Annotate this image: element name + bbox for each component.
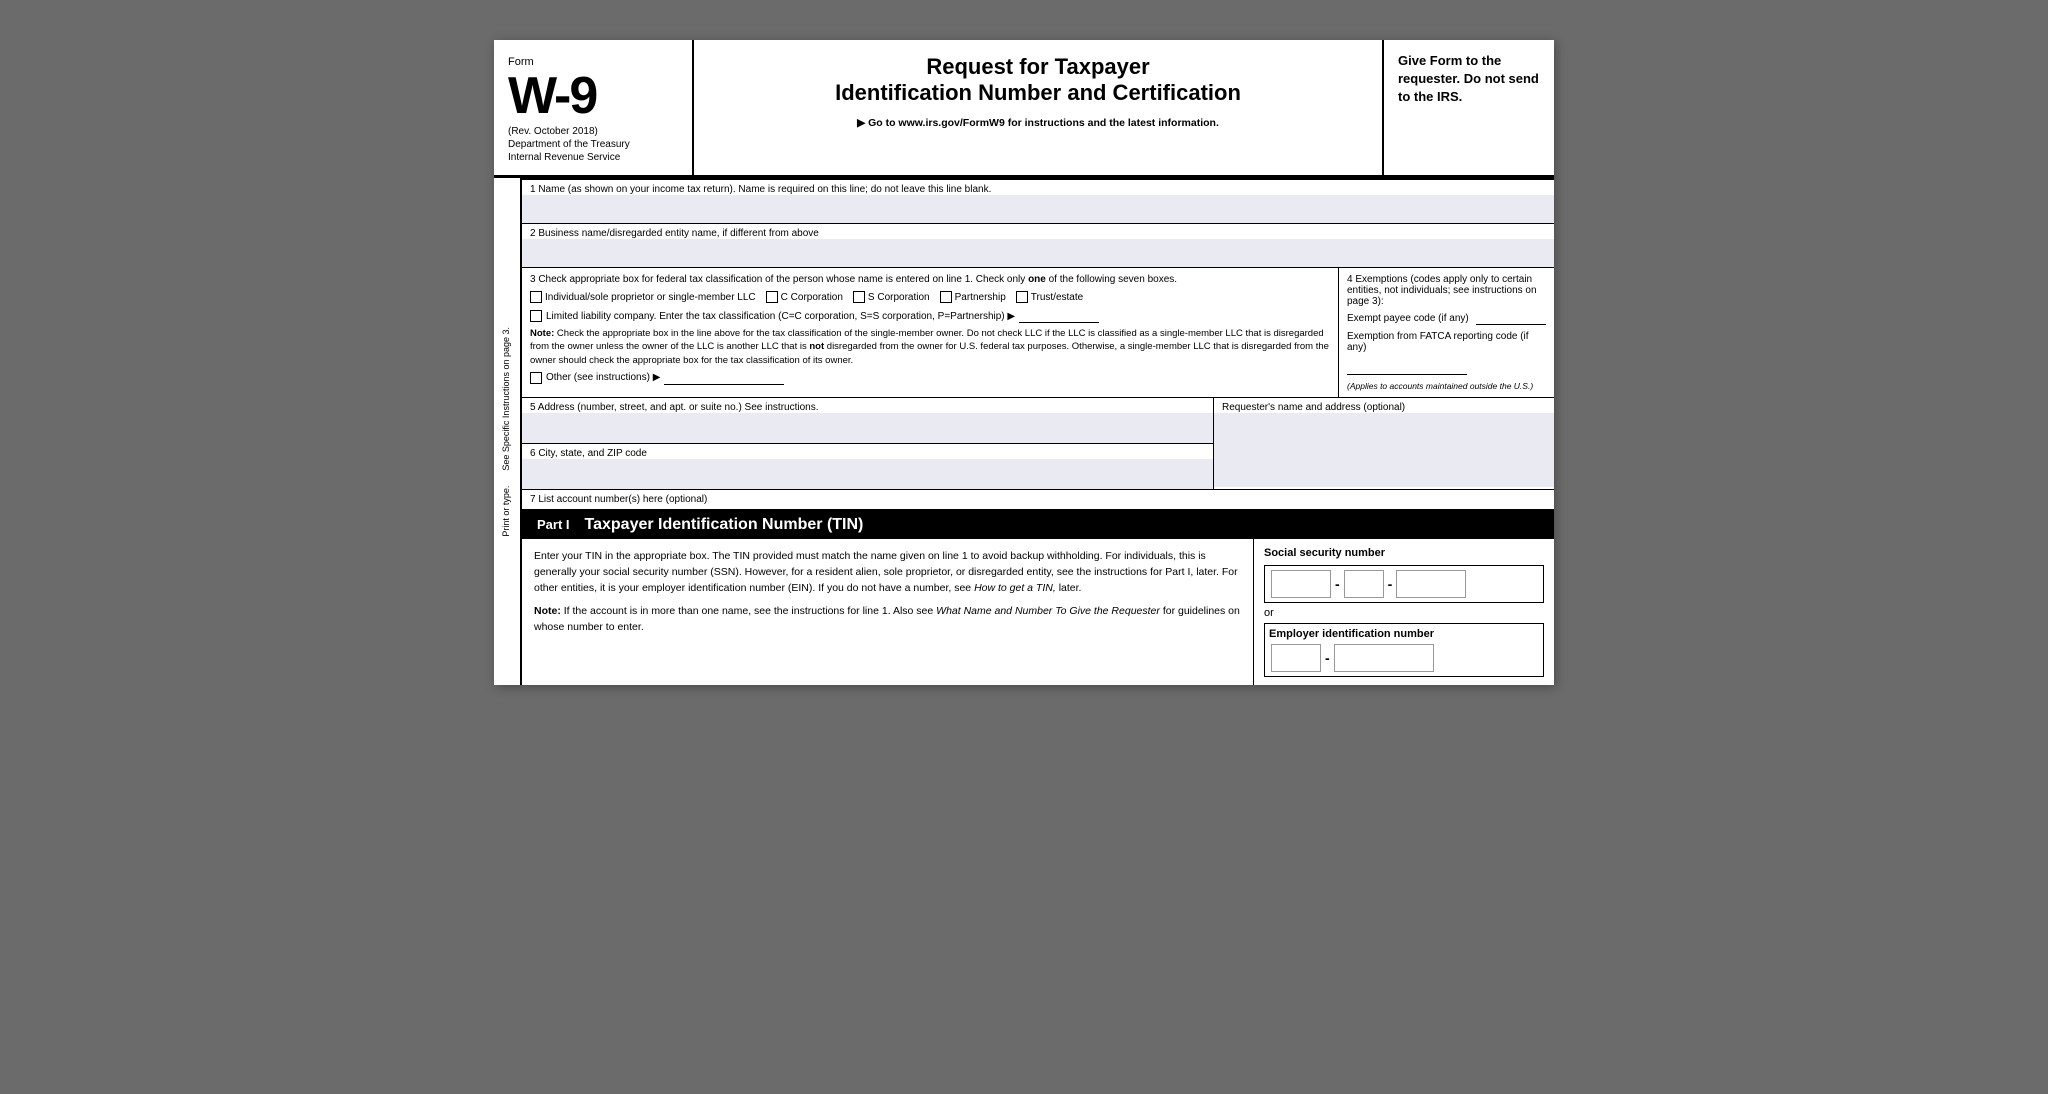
- row3-right-exemptions: 4 Exemptions (codes apply only to certai…: [1339, 268, 1554, 397]
- fatca-input[interactable]: [1347, 361, 1467, 375]
- row-1: 1 Name (as shown on your income tax retu…: [522, 180, 1554, 224]
- part1-instructions: Enter your TIN in the appropriate box. T…: [522, 539, 1254, 685]
- part1-body: Enter your TIN in the appropriate box. T…: [522, 539, 1554, 685]
- row2-label: 2 Business name/disregarded entity name,…: [522, 224, 1554, 239]
- checkbox-s-corp: S Corporation: [853, 291, 930, 303]
- other-row: Other (see instructions) ▶: [530, 371, 1330, 385]
- sidebar-text: Print or type. See Specific Instructions…: [501, 327, 513, 537]
- row3-title: 3 Check appropriate box for federal tax …: [530, 274, 1330, 285]
- part1-title: Taxpayer Identification Number (TIN): [585, 516, 864, 534]
- ssn-field-3[interactable]: [1396, 570, 1466, 598]
- form-dept2: Internal Revenue Service: [508, 152, 678, 163]
- row5-label: 5 Address (number, street, and apt. or s…: [522, 398, 1213, 413]
- form-title: Request for Taxpayer Identification Numb…: [714, 54, 1362, 107]
- row1-input[interactable]: [522, 195, 1554, 223]
- w9-form: Form W-9 (Rev. October 2018) Department …: [494, 40, 1554, 685]
- row-2: 2 Business name/disregarded entity name,…: [522, 224, 1554, 268]
- exempt-payee-input[interactable]: [1476, 311, 1546, 325]
- ein-label: Employer identification number: [1269, 628, 1539, 640]
- applies-note: (Applies to accounts maintained outside …: [1347, 381, 1546, 391]
- form-id-section: Form W-9 (Rev. October 2018) Department …: [494, 40, 694, 175]
- checkbox-individual-box[interactable]: [530, 291, 542, 303]
- row2-input[interactable]: [522, 239, 1554, 267]
- ein-field-1[interactable]: [1271, 644, 1321, 672]
- checkbox-individual: Individual/sole proprietor or single-mem…: [530, 291, 756, 303]
- other-input[interactable]: [664, 371, 784, 385]
- row-7: 7 List account number(s) here (optional): [522, 490, 1554, 510]
- requester-label: Requester's name and address (optional): [1214, 398, 1554, 413]
- llc-note: Note: Check the appropriate box in the l…: [530, 327, 1330, 367]
- requester-input[interactable]: [1214, 413, 1554, 487]
- row6-section: 6 City, state, and ZIP code: [522, 443, 1213, 489]
- llc-classification-input[interactable]: [1019, 309, 1099, 323]
- row6-input[interactable]: [522, 459, 1213, 489]
- exempt-payee-row: Exempt payee code (if any): [1347, 311, 1546, 325]
- ein-fields: -: [1269, 644, 1539, 672]
- ein-dash: -: [1323, 650, 1332, 666]
- checkbox-other-box[interactable]: [530, 372, 542, 384]
- ssn-box: - -: [1264, 565, 1544, 603]
- checkbox-partnership: Partnership: [940, 291, 1006, 303]
- row1-label: 1 Name (as shown on your income tax retu…: [522, 180, 1554, 195]
- exemptions-title: 4 Exemptions (codes apply only to certai…: [1347, 274, 1546, 307]
- form-subtitle: ▶ Go to www.irs.gov/FormW9 for instructi…: [714, 117, 1362, 129]
- row5-section: 5 Address (number, street, and apt. or s…: [522, 398, 1214, 489]
- row3-left: 3 Check appropriate box for federal tax …: [522, 268, 1339, 397]
- ein-field-2[interactable]: [1334, 644, 1434, 672]
- form-dept1: Department of the Treasury: [508, 139, 678, 150]
- row5-input[interactable]: [522, 413, 1213, 443]
- form-instructions: Give Form to the requester. Do not send …: [1384, 40, 1554, 175]
- requester-section: Requester's name and address (optional): [1214, 398, 1554, 489]
- row-3-container: 3 Check appropriate box for federal tax …: [522, 268, 1554, 398]
- llc-row: Limited liability company. Enter the tax…: [530, 309, 1330, 323]
- form-revision: (Rev. October 2018): [508, 126, 678, 137]
- form-body-wrapper: Print or type. See Specific Instructions…: [494, 178, 1554, 685]
- fatca-label: Exemption from FATCA reporting code (if …: [1347, 331, 1546, 353]
- row-56-container: 5 Address (number, street, and apt. or s…: [522, 398, 1554, 490]
- or-text: or: [1264, 607, 1544, 619]
- ssn-label: Social security number: [1264, 547, 1544, 559]
- form-header: Form W-9 (Rev. October 2018) Department …: [494, 40, 1554, 178]
- form-main: 1 Name (as shown on your income tax retu…: [522, 178, 1554, 685]
- checkbox-llc-box[interactable]: [530, 310, 542, 322]
- checkbox-trust: Trust/estate: [1016, 291, 1083, 303]
- ssn-field-2[interactable]: [1344, 570, 1384, 598]
- checkbox-c-corp-box[interactable]: [766, 291, 778, 303]
- part1-label: Part I: [532, 515, 575, 534]
- exempt-payee-label: Exempt payee code (if any): [1347, 313, 1469, 324]
- fatca-row: Exemption from FATCA reporting code (if …: [1347, 331, 1546, 375]
- ssn-field-1[interactable]: [1271, 570, 1331, 598]
- ssn-dash-2: -: [1386, 576, 1395, 592]
- checkbox-s-corp-box[interactable]: [853, 291, 865, 303]
- row7-label: 7 List account number(s) here (optional): [522, 490, 1554, 509]
- checkbox-partnership-box[interactable]: [940, 291, 952, 303]
- form-title-section: Request for Taxpayer Identification Numb…: [694, 40, 1384, 175]
- checkbox-trust-box[interactable]: [1016, 291, 1028, 303]
- checkbox-c-corp: C Corporation: [766, 291, 843, 303]
- ein-box: Employer identification number -: [1264, 623, 1544, 677]
- form-number: W-9: [508, 70, 678, 122]
- ssn-dash-1: -: [1333, 576, 1342, 592]
- tax-classification-checkboxes: Individual/sole proprietor or single-mem…: [530, 291, 1330, 303]
- row6-label: 6 City, state, and ZIP code: [522, 444, 1213, 459]
- form-sidebar: Print or type. See Specific Instructions…: [494, 178, 522, 685]
- part1-header: Part I Taxpayer Identification Number (T…: [522, 510, 1554, 539]
- part1-tin-section: Social security number - - or Employer i…: [1254, 539, 1554, 685]
